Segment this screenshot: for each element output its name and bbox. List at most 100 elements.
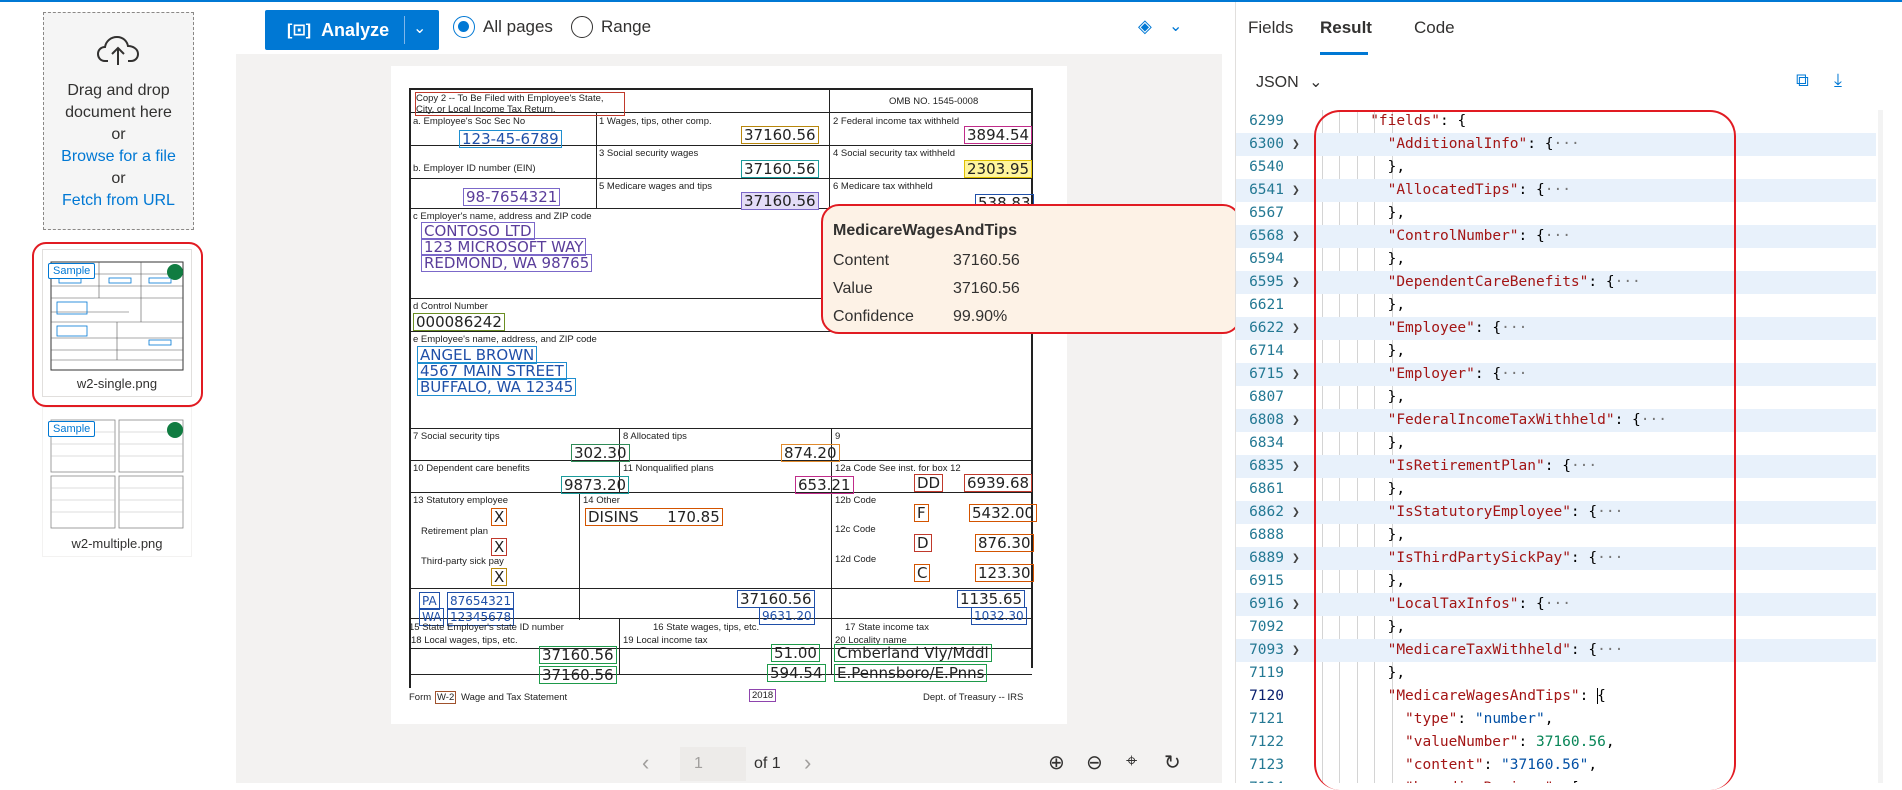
form-line <box>409 460 1032 461</box>
state1-wages[interactable]: 37160.56 <box>737 590 815 608</box>
fetch-url-link[interactable]: Fetch from URL <box>44 190 193 212</box>
browse-file-link[interactable]: Browse for a file <box>44 146 193 168</box>
employer-city[interactable]: REDMOND, WA 98765 <box>421 254 593 272</box>
chevron-right-icon[interactable]: ❯ <box>1292 501 1300 524</box>
line-number: 7093 <box>1249 642 1284 658</box>
form-line <box>409 492 1032 493</box>
code-line: 6595 ❯ "DependentCareBenefits": {··· <box>1236 271 1876 294</box>
chevron-down-icon[interactable]: ⌄ <box>1169 16 1182 36</box>
previous-page-icon[interactable]: ‹ <box>642 750 649 776</box>
code-text: "IsRetirementPlan": {··· <box>1387 458 1598 474</box>
chevron-right-icon[interactable]: ❯ <box>1292 409 1300 432</box>
code-text: "valueNumber": 37160.56, <box>1405 734 1615 750</box>
code-line: 7124 "boundingRegions": [ <box>1236 777 1876 783</box>
box19-value-1[interactable]: 51.00 <box>771 644 820 662</box>
box12c-code[interactable]: D <box>914 534 932 552</box>
box19-value-2[interactable]: 594.54 <box>767 664 826 682</box>
box14-value[interactable]: DISINS 170.85 <box>585 508 723 526</box>
chevron-right-icon[interactable]: ❯ <box>1292 179 1300 202</box>
layers-icon[interactable]: ◈ <box>1138 16 1152 37</box>
thirdparty-checkbox[interactable]: X <box>491 568 508 586</box>
editor-scrollbar[interactable] <box>1878 110 1883 783</box>
box20-value-1[interactable]: Cmberland Vly/Mddl <box>834 644 992 662</box>
box18-value-1[interactable]: 37160.56 <box>539 646 617 664</box>
document-viewer: [⊡] Analyze ⌄ All pages Range ◈ ⌄ Copy 2… <box>236 2 1241 783</box>
line-number: 6541 <box>1249 182 1284 198</box>
box7-value[interactable]: 302.30 <box>571 444 630 462</box>
box18-value-2[interactable]: 37160.56 <box>539 666 617 684</box>
chevron-right-icon[interactable]: ❯ <box>1292 547 1300 570</box>
range-radio[interactable]: Range <box>571 16 651 38</box>
line-number: 7123 <box>1249 757 1284 773</box>
box12c-value[interactable]: 876.30 <box>975 534 1034 552</box>
chevron-right-icon[interactable]: ❯ <box>1292 363 1300 386</box>
box3-label: 3 Social security wages <box>599 148 699 159</box>
state2-wages[interactable]: 9631.20 <box>759 607 815 625</box>
code-line: 7121 "type": "number", <box>1236 708 1876 731</box>
tab-fields[interactable]: Fields <box>1248 18 1293 38</box>
box17-label: 17 State income tax <box>845 622 929 633</box>
all-pages-radio[interactable]: All pages <box>453 16 553 38</box>
line-number: 6834 <box>1249 435 1284 451</box>
file-name: w2-single.png <box>76 376 158 391</box>
box12b-value[interactable]: 5432.00 <box>969 504 1038 522</box>
state2-tax[interactable]: 1032.30 <box>971 607 1027 625</box>
retirement-checkbox[interactable]: X <box>491 538 508 556</box>
fit-page-icon[interactable]: ⌖ <box>1126 750 1137 773</box>
page-number-input[interactable]: 1 <box>680 747 746 781</box>
json-editor[interactable]: 6299 "fields": {6300 ❯ "AdditionalInfo": {·… <box>1236 110 1876 783</box>
box20-value-2[interactable]: E.Pennsboro/E.Pnns <box>834 664 988 682</box>
box12d-code[interactable]: C <box>914 564 931 582</box>
box12d-value[interactable]: 123.30 <box>975 564 1034 582</box>
box12b-code[interactable]: F <box>914 504 929 522</box>
chevron-right-icon[interactable]: ❯ <box>1292 455 1300 478</box>
box11-value[interactable]: 653.21 <box>795 476 854 494</box>
rotate-icon[interactable]: ↻ <box>1164 750 1181 775</box>
ein-value[interactable]: 98-7654321 <box>463 188 561 206</box>
control-value[interactable]: 000086242 <box>413 313 505 331</box>
chevron-right-icon[interactable]: ❯ <box>1292 317 1300 340</box>
file-item-w2-single[interactable]: Sample w2-single.png <box>42 249 192 397</box>
employee-city[interactable]: BUFFALO, WA 12345 <box>417 378 577 396</box>
line-number: 7121 <box>1249 711 1284 727</box>
omb-number: OMB NO. 1545-0008 <box>889 96 979 107</box>
code-line: 6300 ❯ "AdditionalInfo": {··· <box>1236 133 1876 156</box>
tab-code[interactable]: Code <box>1414 18 1455 38</box>
format-dropdown[interactable]: JSON ⌄ <box>1256 72 1323 92</box>
chevron-right-icon[interactable]: ❯ <box>1292 271 1300 294</box>
box8-value[interactable]: 874.20 <box>781 444 840 462</box>
file-item-w2-multiple[interactable]: Sample w2-multiple.png <box>42 407 192 557</box>
state1-tax[interactable]: 1135.65 <box>957 590 1026 608</box>
chevron-right-icon[interactable]: ❯ <box>1292 225 1300 248</box>
copy-icon[interactable]: ⧉ <box>1796 70 1809 91</box>
chevron-right-icon[interactable]: ❯ <box>1292 133 1300 156</box>
or-separator: or <box>111 126 126 143</box>
box16-label: 16 State wages, tips, etc. <box>653 622 760 633</box>
zoom-out-icon[interactable]: ⊖ <box>1086 750 1103 775</box>
box8-label: 8 Allocated tips <box>623 431 687 442</box>
code-text: }, <box>1387 389 1406 405</box>
chevron-down-icon[interactable]: ⌄ <box>413 18 426 38</box>
box3-value[interactable]: 37160.56 <box>741 160 819 178</box>
tab-result[interactable]: Result <box>1320 18 1372 38</box>
chevron-right-icon[interactable]: ❯ <box>1292 639 1300 662</box>
box5-value[interactable]: 37160.56 <box>741 192 819 210</box>
box1-value[interactable]: 37160.56 <box>741 126 819 144</box>
sample-badge: Sample <box>48 263 96 279</box>
box12a-value[interactable]: 6939.68 <box>964 474 1033 492</box>
field-tooltip: MedicareWagesAndTips Content 37160.56 Va… <box>821 204 1241 334</box>
code-text: "Employee": {··· <box>1387 320 1528 336</box>
download-icon[interactable]: ⤓ <box>1834 70 1842 91</box>
zoom-in-icon[interactable]: ⊕ <box>1048 750 1065 775</box>
ssn-value[interactable]: 123-45-6789 <box>459 130 562 148</box>
chevron-right-icon[interactable]: ❯ <box>1292 593 1300 616</box>
upload-dropzone[interactable]: Drag and drop document here or Browse fo… <box>43 12 194 230</box>
box12a-code[interactable]: DD <box>914 474 944 492</box>
box10-value[interactable]: 9873.20 <box>561 476 630 494</box>
analyze-button[interactable]: [⊡] Analyze ⌄ <box>265 10 439 50</box>
next-page-icon[interactable]: › <box>804 750 811 776</box>
box2-value[interactable]: 3894.54 <box>964 126 1033 144</box>
code-line: 6567}, <box>1236 202 1876 225</box>
statutory-checkbox[interactable]: X <box>491 508 508 526</box>
box4-value[interactable]: 2303.95 <box>964 160 1033 178</box>
